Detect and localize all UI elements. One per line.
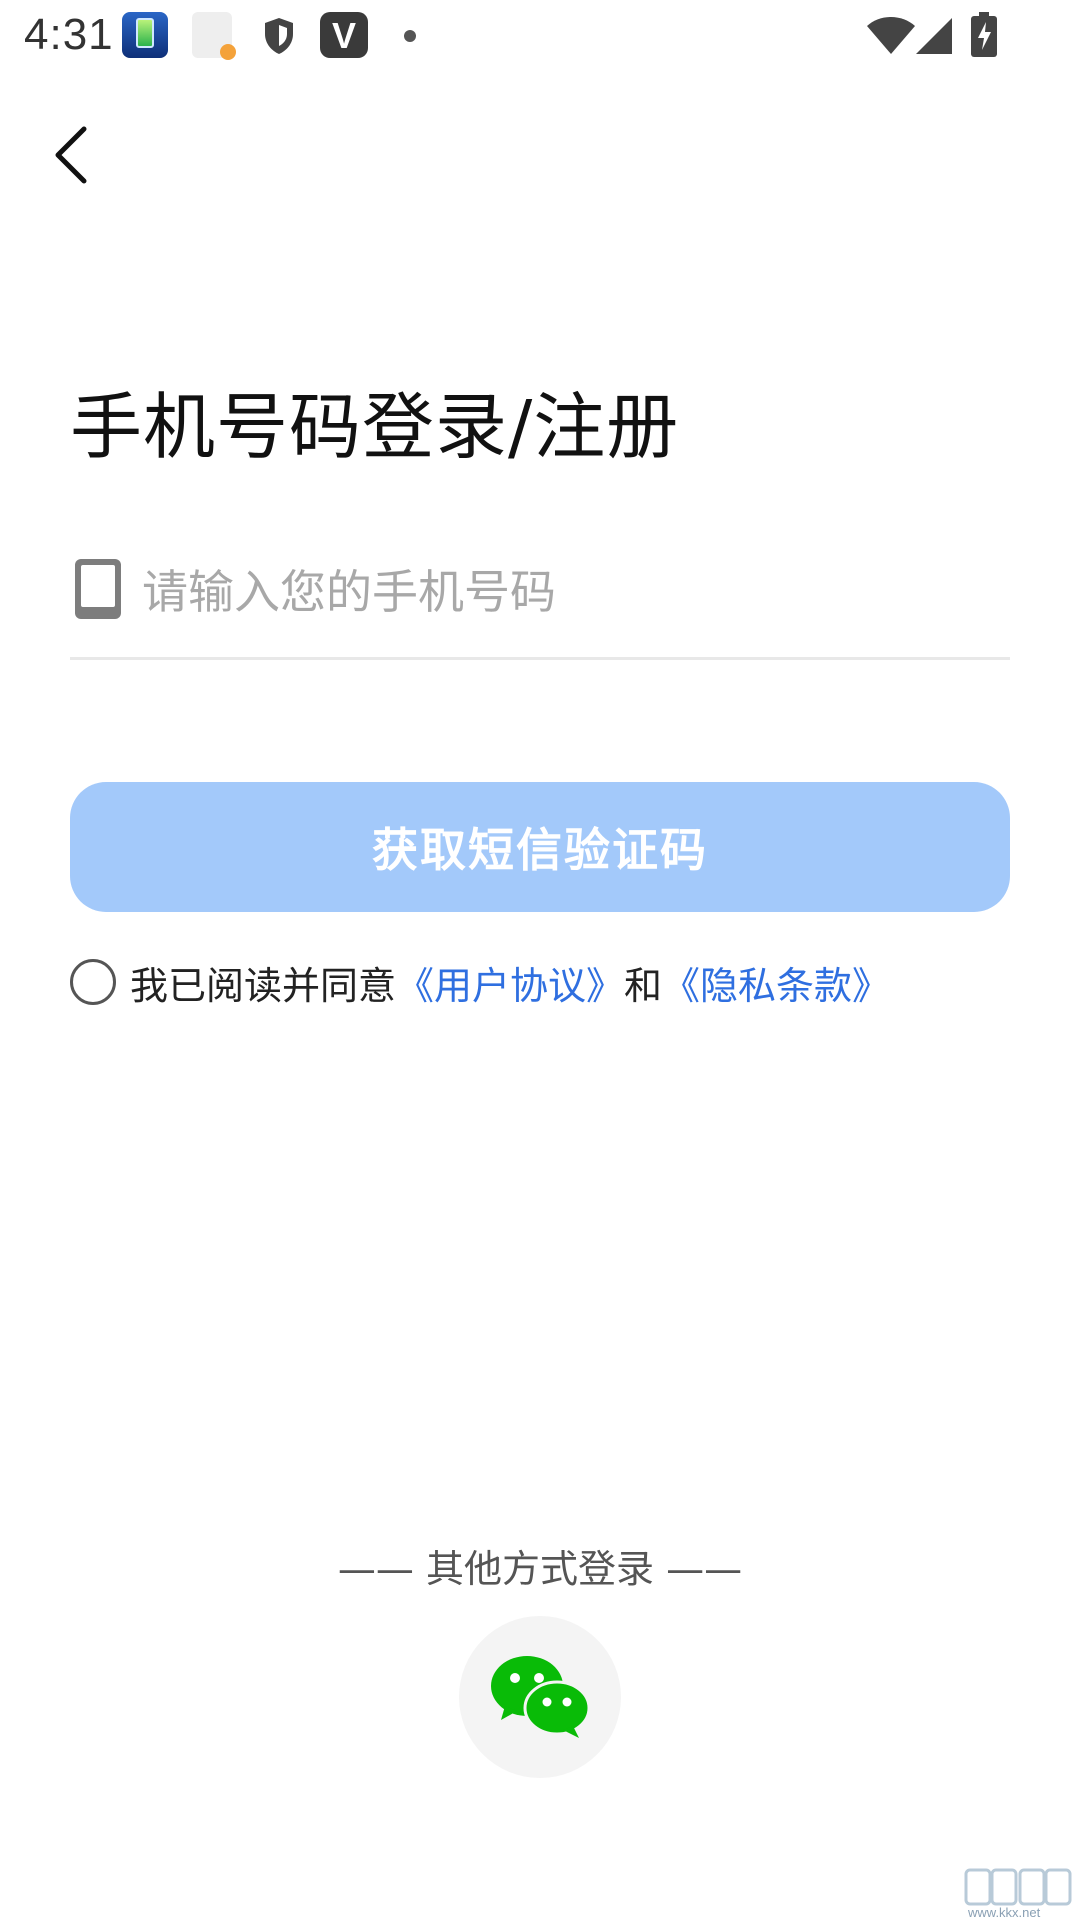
wifi-icon — [867, 17, 915, 54]
other-login-label: —— 其他方式登录 —— — [337, 1547, 743, 1591]
v-app-icon: V — [320, 12, 368, 58]
phone-input-row[interactable] — [70, 540, 1010, 660]
wechat-icon — [491, 1656, 591, 1738]
agreement-prefix: 我已阅读并同意 — [130, 963, 397, 1008]
dot-icon — [404, 30, 416, 42]
user-agreement-link[interactable]: 《用户协议》 — [396, 955, 624, 1010]
get-sms-code-button[interactable]: 获取短信验证码 — [70, 782, 1010, 912]
shield-icon — [265, 18, 293, 54]
chevron-left-icon — [55, 126, 87, 184]
agreement-checkbox[interactable] — [70, 959, 116, 1005]
back-button[interactable] — [40, 120, 100, 190]
privacy-policy-link[interactable]: 《隐私条款》 — [662, 955, 890, 1010]
agreement-conjunction: 和 — [624, 963, 663, 1008]
agreement-row: 我已阅读并同意 《用户协议》 和 《隐私条款》 — [70, 952, 1030, 1012]
app-notification-icon — [192, 12, 236, 60]
wechat-login-button[interactable] — [459, 1616, 621, 1778]
page-title: 手机号码登录/注册 — [70, 385, 680, 469]
battery-charging-icon — [971, 12, 997, 57]
status-time: 4:31 — [24, 10, 114, 59]
watermark-text: www.kkx.net — [968, 1905, 1041, 1920]
status-bar: 4:31 V — [0, 0, 1080, 72]
phone-input[interactable] — [142, 552, 1002, 632]
battery-app-icon — [122, 12, 168, 58]
phone-icon — [75, 559, 121, 619]
signal-icon — [916, 18, 952, 54]
login-screen: 4:31 V 手机号码登录/注册 请输入您的手机号码 获取短信验证码 我已阅读并… — [0, 0, 1080, 1920]
